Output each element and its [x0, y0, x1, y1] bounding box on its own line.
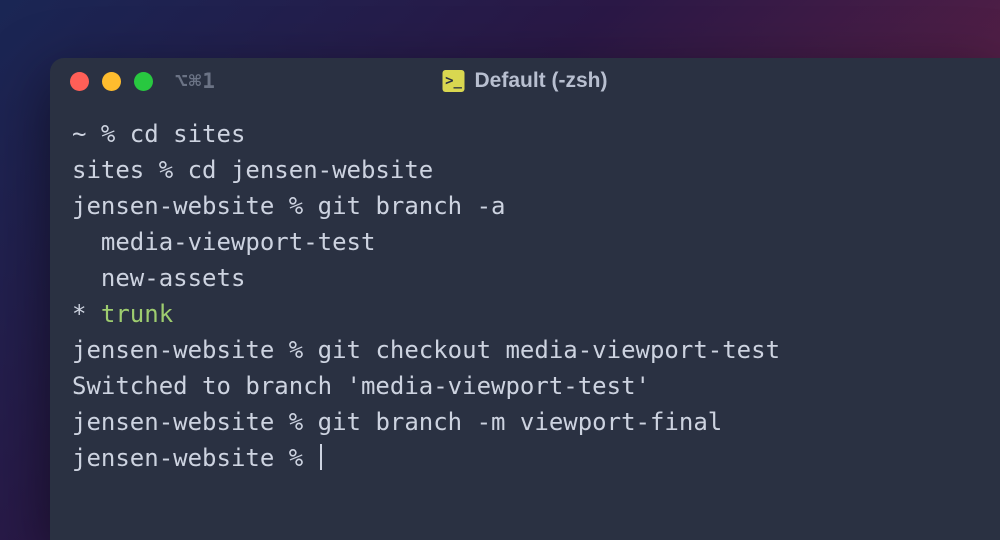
prompt: sites % [72, 156, 188, 184]
terminal-line: * trunk [72, 296, 978, 332]
terminal-line: media-viewport-test [72, 224, 978, 260]
prompt: jensen-website % [72, 408, 318, 436]
tab-shortcut-hint: ⌥⌘1 [175, 69, 216, 93]
window-title: >_ Default (-zsh) [443, 69, 608, 93]
terminal-window: ⌥⌘1 >_ Default (-zsh) ~ % cd sitessites … [50, 58, 1000, 540]
command-text: git branch -a [318, 192, 506, 220]
minimize-button[interactable] [102, 72, 121, 91]
titlebar: ⌥⌘1 >_ Default (-zsh) [50, 58, 1000, 104]
command-text: git branch -m viewport-final [318, 408, 723, 436]
prompt: jensen-website % [72, 192, 318, 220]
terminal-line: sites % cd jensen-website [72, 152, 978, 188]
terminal-line: new-assets [72, 260, 978, 296]
terminal-line: jensen-website % git checkout media-view… [72, 332, 978, 368]
prompt: jensen-website % [72, 444, 318, 472]
prompt: ~ % [72, 120, 130, 148]
terminal-line: jensen-website % [72, 440, 978, 476]
current-branch-marker: * [72, 300, 101, 328]
branch-name: media-viewport-test [72, 228, 375, 256]
terminal-line: jensen-website % git branch -a [72, 188, 978, 224]
maximize-button[interactable] [134, 72, 153, 91]
terminal-body[interactable]: ~ % cd sitessites % cd jensen-websitejen… [50, 104, 1000, 488]
output-text: Switched to branch 'media-viewport-test' [72, 372, 650, 400]
prompt: jensen-website % [72, 336, 318, 364]
current-branch-name: trunk [101, 300, 173, 328]
close-button[interactable] [70, 72, 89, 91]
traffic-lights [70, 72, 153, 91]
cursor [320, 444, 322, 470]
command-text: git checkout media-viewport-test [318, 336, 780, 364]
terminal-line: ~ % cd sites [72, 116, 978, 152]
terminal-icon: >_ [443, 70, 465, 92]
branch-name: new-assets [72, 264, 245, 292]
command-text: cd sites [130, 120, 246, 148]
command-text: cd jensen-website [188, 156, 434, 184]
window-title-text: Default (-zsh) [475, 69, 608, 93]
terminal-line: jensen-website % git branch -m viewport-… [72, 404, 978, 440]
terminal-line: Switched to branch 'media-viewport-test' [72, 368, 978, 404]
